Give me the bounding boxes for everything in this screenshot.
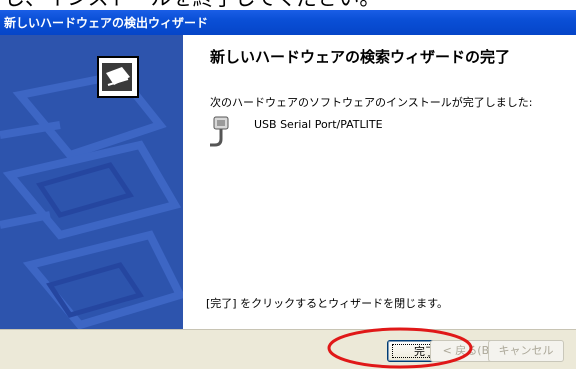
document-caption-fragment: し、インストールを終了してください。 <box>0 0 576 10</box>
caption-text: し、インストールを終了してください。 <box>4 0 380 9</box>
wizard-watermark-panel <box>0 35 183 329</box>
wizard-content: 新しいハードウェアの検索ウィザードの完了 次のハードウェアのソフトウェアのインス… <box>183 35 576 329</box>
device-name: USB Serial Port/PATLITE <box>254 118 383 131</box>
wizard-button-bar: 完了 < 戻る(B) キャンセル <box>0 329 576 369</box>
cancel-button[interactable]: キャンセル <box>488 340 564 362</box>
wizard-watermark-graphic <box>0 56 183 329</box>
window-titlebar[interactable]: 新しいハードウェアの検出ウィザード <box>0 10 576 35</box>
install-complete-message: 次のハードウェアのソフトウェアのインストールが完了しました: <box>210 96 533 109</box>
finish-highlight-ellipse <box>327 327 473 369</box>
serial-port-connector-icon <box>208 115 234 153</box>
completion-heading: 新しいハードウェアの検索ウィザードの完了 <box>210 48 511 66</box>
window-title: 新しいハードウェアの検出ウィザード <box>4 16 209 30</box>
hardware-wizard-icon <box>97 56 139 98</box>
finish-instruction: [完了] をクリックするとウィザードを閉じます。 <box>206 297 448 310</box>
